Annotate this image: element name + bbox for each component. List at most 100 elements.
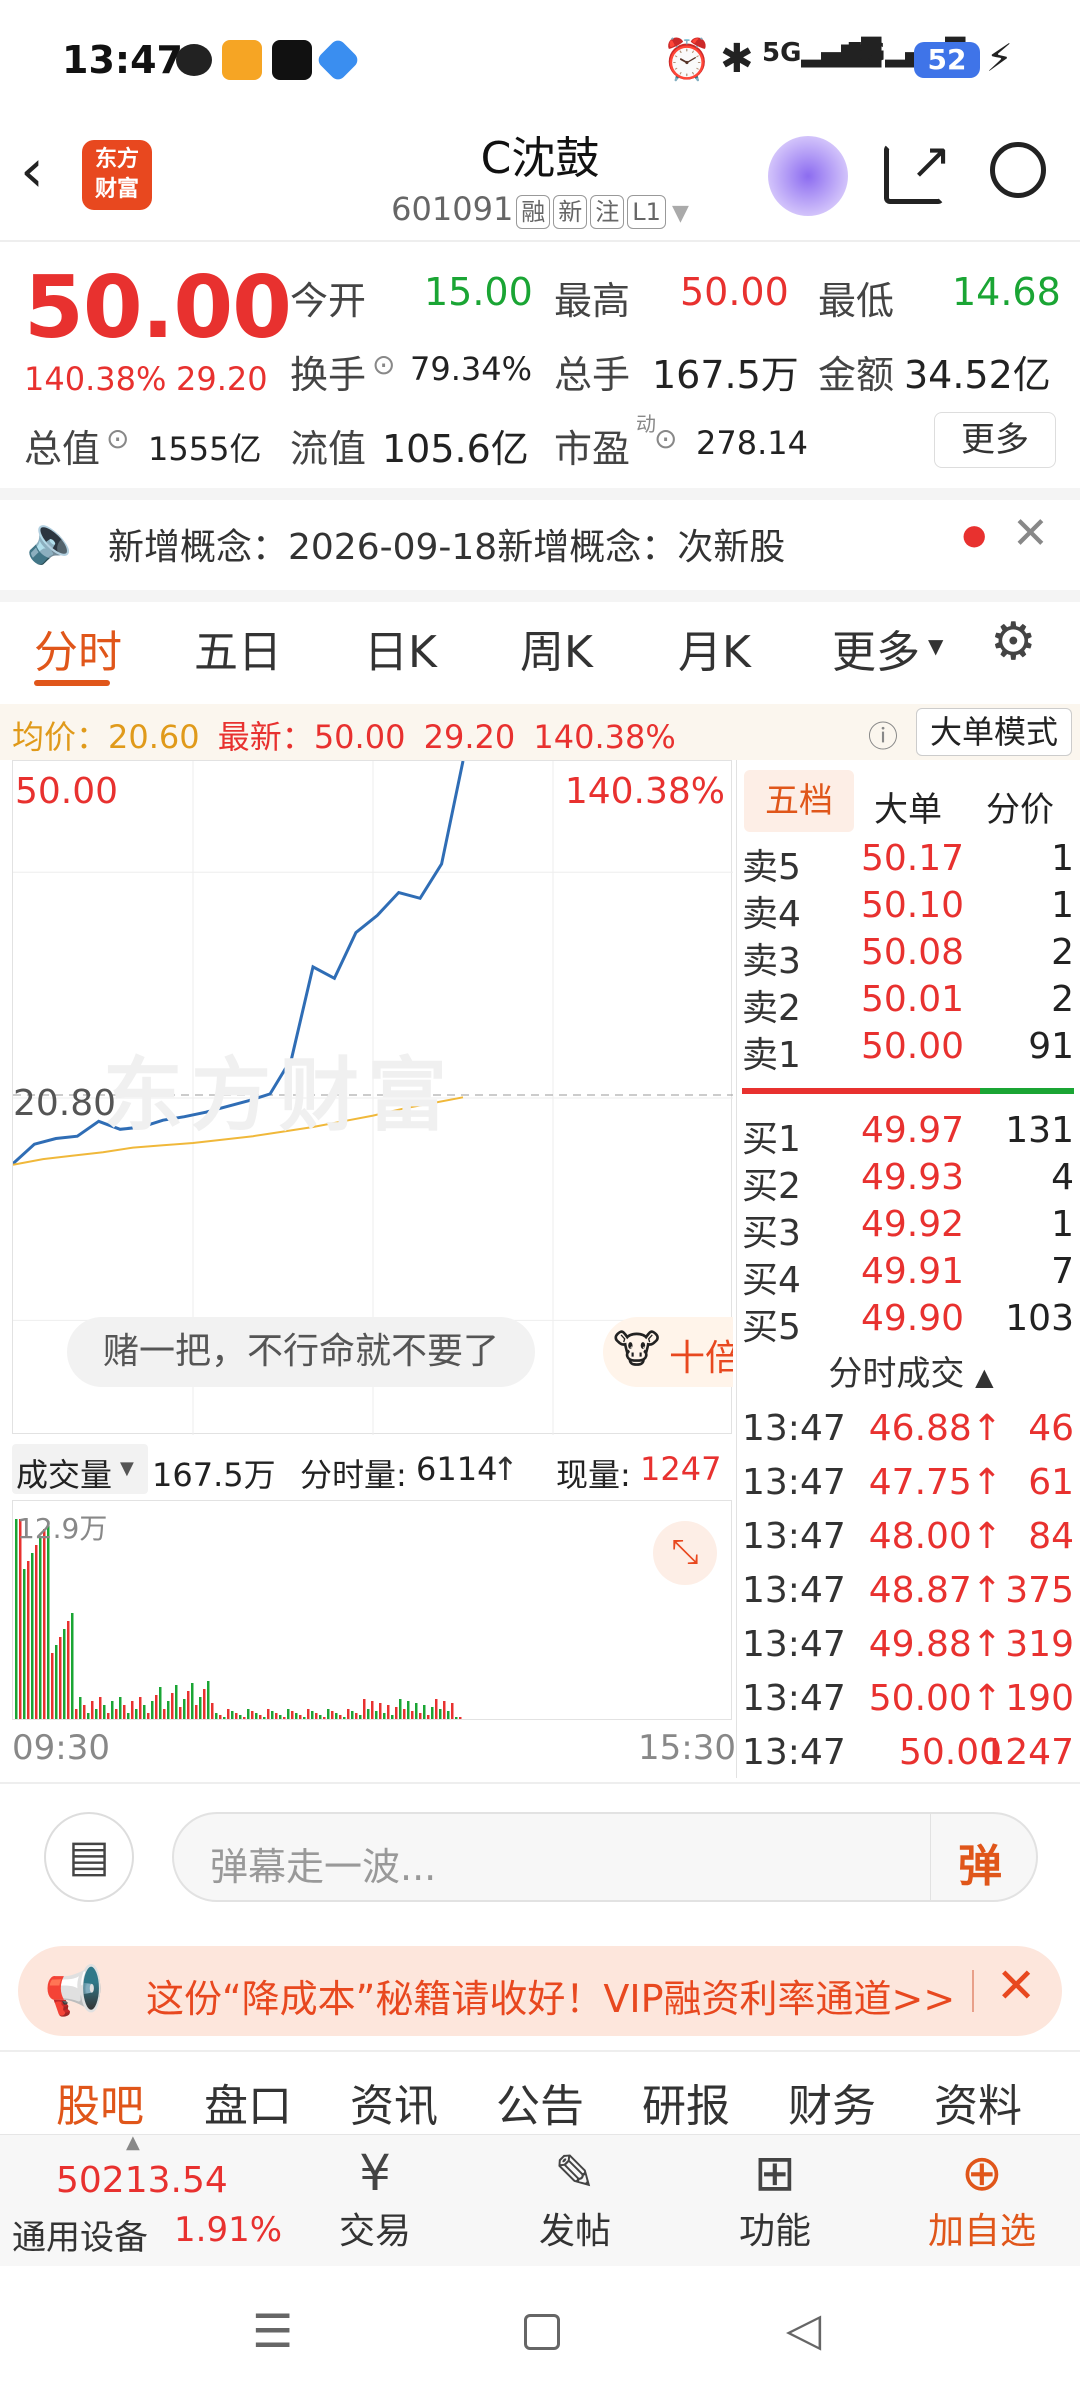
volume-bar xyxy=(51,1653,54,1719)
help-icon[interactable]: ⓘ xyxy=(868,712,898,756)
bid-label: 买2 xyxy=(742,1166,801,1207)
volume-bar xyxy=(31,1553,34,1719)
subnav-news[interactable]: 资讯 xyxy=(350,2070,438,2134)
subnav-announce[interactable]: 公告 xyxy=(496,2070,584,2134)
home-icon[interactable] xyxy=(524,2314,560,2350)
volume-bar xyxy=(175,1685,178,1719)
volume-bar xyxy=(159,1687,162,1719)
add-watchlist-button[interactable]: ⊕ 加自选 xyxy=(912,2144,1052,2254)
close-icon[interactable]: ✕ xyxy=(1012,508,1049,559)
avg-label: 均价： xyxy=(12,718,109,756)
tick-time: 13:47 xyxy=(742,1624,846,1665)
functions-button[interactable]: ⊞ 功能 xyxy=(720,2144,830,2254)
tab-more[interactable]: 更多 xyxy=(832,616,920,680)
volume-bar xyxy=(419,1713,422,1719)
tick-price: 46.88↑ xyxy=(868,1408,1002,1449)
tag-new: 新 xyxy=(553,195,588,229)
volume-bar xyxy=(383,1713,386,1719)
bid-qty: 7 xyxy=(1051,1251,1074,1292)
add-circle-icon: ⊕ xyxy=(961,2144,1003,2202)
tab-big-order[interactable]: 大单 xyxy=(874,782,942,831)
tab-5day[interactable]: 五日 xyxy=(194,616,282,680)
subnav-finance[interactable]: 财务 xyxy=(788,2070,876,2134)
close-icon[interactable]: ✕ xyxy=(996,1958,1036,2014)
search-icon[interactable] xyxy=(990,142,1046,198)
ask-row: 卖4 50.10 1 xyxy=(742,885,1074,935)
amount-value: 34.52亿 xyxy=(904,353,1051,397)
comment-list-icon[interactable]: ▤ xyxy=(44,1812,134,1902)
volume-bar xyxy=(203,1689,206,1719)
expand-icon[interactable]: ⤡ xyxy=(653,1521,717,1585)
info-icon[interactable]: ⊙ xyxy=(654,422,677,455)
subnav-profile[interactable]: 资料 xyxy=(934,2070,1022,2134)
volume-bar xyxy=(455,1717,458,1719)
volume-bar xyxy=(291,1711,294,1719)
bid-row: 买3 49.92 1 xyxy=(742,1204,1074,1254)
subnav-pankou[interactable]: 盘口 xyxy=(204,2070,292,2134)
promo-banner[interactable]: 📢 这份“降成本”秘籍请收好！VIP融资利率通道>> ✕ xyxy=(18,1946,1062,2036)
add-watchlist-label: 加自选 xyxy=(927,2211,1036,2252)
intraday-chart[interactable]: 东方财富 50.00 140.38% 20.80 赌一把，不行命就不要了 🐮 十… xyxy=(12,760,733,1435)
volume-bar xyxy=(211,1703,214,1719)
ask-qty: 2 xyxy=(1051,932,1074,973)
tab-intraday[interactable]: 分时 xyxy=(34,616,122,680)
volume-chart: 12.9万 ⤡ xyxy=(12,1500,732,1720)
trade-button[interactable]: ¥ 交易 xyxy=(320,2144,430,2254)
menu-icon[interactable]: ☰ xyxy=(252,2304,293,2358)
tab-price-dist[interactable]: 分价 xyxy=(986,782,1054,831)
ai-robot-icon[interactable] xyxy=(768,136,848,216)
tab-monthly[interactable]: 月K xyxy=(678,616,751,680)
tick-price: 50.00↑ xyxy=(868,1678,1002,1719)
volume-bar xyxy=(323,1717,326,1719)
sell-ratio-bar xyxy=(742,1088,980,1094)
subnav-research[interactable]: 研报 xyxy=(642,2070,730,2134)
volume-bar xyxy=(75,1709,78,1719)
volume-bar xyxy=(443,1701,446,1719)
bid-label: 买1 xyxy=(742,1119,801,1160)
tab-level5[interactable]: 五档 xyxy=(744,770,854,832)
chart-top-pct: 140.38% xyxy=(564,771,725,812)
chevron-down-icon[interactable]: ▼ xyxy=(672,201,689,226)
post-button[interactable]: ✎ 发帖 xyxy=(520,2144,630,2254)
notice-text[interactable]: 新增概念：2026-09-18新增概念：次新股 xyxy=(108,518,785,570)
volume-bar xyxy=(179,1707,182,1719)
volume-bar xyxy=(163,1709,166,1719)
volume-bar xyxy=(379,1703,382,1719)
change-pct: 140.38% xyxy=(24,360,167,398)
divider xyxy=(0,2050,1080,2052)
subnav-guba[interactable]: 股吧 xyxy=(56,2070,144,2134)
tab-weekly[interactable]: 周K xyxy=(520,616,593,680)
chart-top-price: 50.00 xyxy=(15,771,119,812)
volume-bar xyxy=(279,1715,282,1719)
ask-price: 50.10 xyxy=(860,885,964,926)
tick-price: 48.00↑ xyxy=(868,1516,1002,1557)
more-button[interactable]: 更多 xyxy=(934,412,1056,468)
tick-price: 48.87↑ xyxy=(868,1570,1002,1611)
ask-qty: 91 xyxy=(1028,1026,1074,1067)
back-nav-icon[interactable]: ◁ xyxy=(786,2302,821,2356)
volume-bar xyxy=(403,1709,406,1719)
tab-daily[interactable]: 日K xyxy=(364,616,437,680)
volume-label: 总手 xyxy=(554,353,631,397)
danmaku-send-button[interactable]: 弹 xyxy=(958,1830,1002,1894)
big-order-mode-button[interactable]: 大单模式 xyxy=(916,708,1072,756)
volume-max: 12.9万 xyxy=(17,1512,108,1545)
ticks-title[interactable]: 分时成交 ▲ xyxy=(742,1346,1080,1395)
info-icon[interactable]: ⊙ xyxy=(106,422,129,455)
volume-bar xyxy=(27,1561,30,1719)
danmaku-input[interactable]: 弹幕走一波... 弹 xyxy=(172,1812,1038,1902)
volume-bar xyxy=(255,1713,258,1719)
ask-price: 50.08 xyxy=(860,932,964,973)
volume-bar xyxy=(415,1703,418,1719)
tab-more-caret-icon: ▼ xyxy=(928,634,944,658)
volume-bar xyxy=(119,1697,122,1719)
reward-badge[interactable]: 🐮 十倍 xyxy=(603,1317,733,1387)
index-value[interactable]: 50213.54 xyxy=(56,2160,228,2201)
battery-icon: 52 xyxy=(914,42,980,78)
info-icon[interactable]: ⊙ xyxy=(372,348,395,381)
danmaku-placeholder: 弹幕走一波... xyxy=(210,1845,437,1889)
tick-time: 13:47 xyxy=(742,1678,846,1719)
mcap-label: 总值 xyxy=(24,427,101,471)
caret-up-icon: ▲ xyxy=(975,1363,994,1391)
settings-icon[interactable]: ⚙ xyxy=(990,612,1037,672)
